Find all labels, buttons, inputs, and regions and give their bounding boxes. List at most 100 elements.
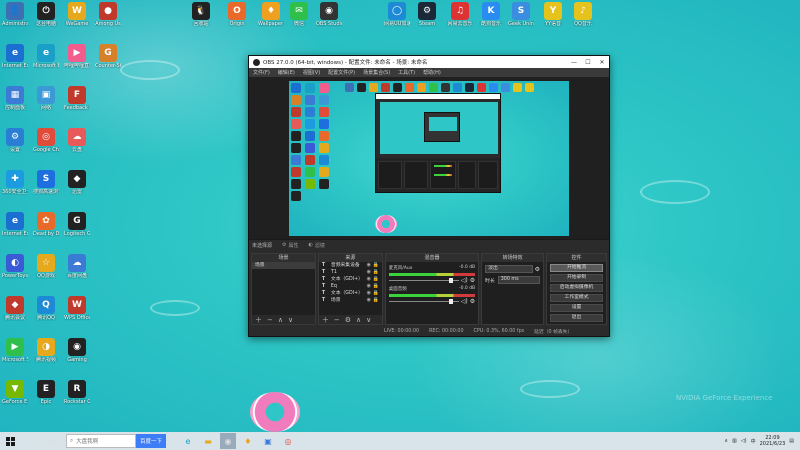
desktop-icon[interactable]: K 酷狗音乐 [478, 2, 504, 27]
menu-item[interactable]: 文件(F) [253, 69, 270, 76]
desktop-icon[interactable]: eInternet Explorer [2, 44, 28, 69]
chrome-taskbar-icon[interactable]: ◎ [280, 433, 296, 449]
obs-window[interactable]: OBS 27.0.0 (64-bit, windows) - 配置文件: 未命名… [248, 55, 610, 337]
gear-icon[interactable]: ⚙ [535, 266, 540, 273]
slider-track[interactable] [388, 277, 459, 283]
desktop-icon[interactable]: ◉ OBS Studio [316, 2, 342, 27]
scene-item[interactable]: 场景 [252, 262, 315, 269]
obs-taskbar-icon[interactable]: ◉ [220, 433, 236, 449]
filters-button[interactable]: ◐ 滤镜 [309, 242, 325, 249]
move-up-icon[interactable]: ∧ [278, 316, 283, 324]
source-item[interactable]: T T1 ◉ 🔒 [319, 269, 382, 276]
gear-icon[interactable]: ⚙ [470, 298, 475, 305]
clock[interactable]: 22:09 2021/6/23 [760, 435, 786, 447]
desktop-icon[interactable]: ✉ 微信 [286, 2, 312, 27]
input-language[interactable]: 中 [751, 438, 756, 445]
desktop-icon[interactable]: ▼GeForce Experience [2, 380, 28, 405]
desktop-icon[interactable]: 🐧 回收站 [188, 2, 214, 27]
menu-item[interactable]: 工具(T) [398, 69, 415, 76]
visibility-lock-icon[interactable]: ◉ 🔒 [367, 276, 379, 283]
desktop-icon[interactable]: ✿Dead by Daylight [33, 212, 59, 237]
desktop-icon[interactable]: ☁ 云盘 [64, 128, 90, 153]
baidu-search-button[interactable]: 百度一下 [136, 434, 166, 448]
explorer-icon[interactable]: ▬ [200, 433, 216, 449]
slider-knob[interactable] [448, 298, 453, 304]
desktop-icon[interactable]: ☁ 百度网盘 [64, 254, 90, 279]
desktop-icon[interactable]: ♫ 网易云音乐 [447, 2, 473, 27]
add-scene-icon[interactable]: ＋ [255, 315, 262, 325]
desktop-icon[interactable]: ▣ 网络 [33, 86, 59, 111]
desktop-icon[interactable]: GCounter-Strike [95, 44, 121, 69]
move-down-icon[interactable]: ∨ [366, 316, 371, 324]
desktop-icon[interactable]: ◆ 腾讯会议 [2, 296, 28, 321]
control-button[interactable]: 设置 [550, 304, 604, 312]
desktop-icon[interactable]: ☆ QQ游戏 [33, 254, 59, 279]
desktop-icon[interactable]: O Origin [224, 2, 250, 27]
menu-item[interactable]: 场景集合(S) [363, 69, 390, 76]
desktop-icon[interactable]: Q 腾讯QQ [33, 296, 59, 321]
source-item[interactable]: T 场景 ◉ 🔒 [319, 297, 382, 304]
desktop-icon[interactable]: ⏻ 这台电脑 [33, 2, 59, 27]
source-item[interactable]: T 文本（GDI+） ◉ 🔒 [319, 290, 382, 297]
minimize-icon[interactable]: — [567, 59, 581, 66]
desktop-icon[interactable]: ✚360安全卫士 [2, 170, 28, 195]
control-button[interactable]: 退出 [550, 314, 604, 322]
desktop-icon[interactable]: 👤Administrator [2, 2, 28, 27]
edge-icon[interactable]: e [180, 433, 196, 449]
search-input[interactable]: ⌕ 大盘我啊 [66, 434, 136, 448]
desktop-icon[interactable]: ▶哔哩哔哩直播姬 [64, 44, 90, 69]
properties-button[interactable]: ⚙ 属性 [282, 242, 299, 249]
desktop-icon[interactable]: ◯网易UU加速器 [384, 2, 410, 27]
desktop-icon[interactable]: S搜狗高速浏览器 [33, 170, 59, 195]
remove-scene-icon[interactable]: − [267, 316, 273, 324]
start-button[interactable] [0, 436, 20, 446]
store-taskbar-icon[interactable]: ▣ [260, 433, 276, 449]
control-button[interactable]: 启动虚拟摄像机 [550, 284, 604, 292]
source-item[interactable]: T 文本（GDI+） ◉ 🔒 [319, 276, 382, 283]
desktop-icon[interactable]: eInternet Explorer [2, 212, 28, 237]
menu-item[interactable]: 配置文件(P) [328, 69, 355, 76]
menu-item[interactable]: 视图(V) [303, 69, 320, 76]
move-down-icon[interactable]: ∨ [288, 316, 293, 324]
desktop-icon[interactable]: ♪ QQ音乐 [570, 2, 596, 27]
desktop-icon[interactable]: ⚙ 设置 [2, 128, 28, 153]
slider-knob[interactable] [448, 277, 453, 283]
desktop-icon[interactable]: ▦ 控制面板 [2, 86, 28, 111]
preview-canvas[interactable] [289, 81, 569, 236]
desktop-icon[interactable]: ◐ PowerToys [2, 254, 28, 279]
menu-item[interactable]: 帮助(H) [423, 69, 441, 76]
move-up-icon[interactable]: ∧ [356, 316, 361, 324]
duration-input[interactable]: 300 ms [497, 276, 541, 284]
desktop-icon[interactable]: E Epic [33, 380, 59, 405]
desktop-icon[interactable]: ◑ 腾讯视频 [33, 338, 59, 363]
desktop-icon[interactable]: W WPS Office [64, 296, 90, 321]
transition-select[interactable]: 淡出 [485, 265, 533, 273]
visibility-lock-icon[interactable]: ◉ 🔒 [367, 262, 379, 269]
desktop-icon[interactable]: ◉ Gaming [64, 338, 90, 363]
maximize-icon[interactable]: ☐ [581, 59, 595, 66]
desktop-icon[interactable]: SGeek Uninstaller [508, 2, 534, 27]
desktop-icon[interactable]: ● Among Us [95, 2, 121, 27]
control-button[interactable]: 开始录制 [550, 274, 604, 282]
desktop-icon[interactable]: ♦Wallpaper Engine [258, 2, 284, 27]
desktop-icon[interactable]: ◎Google Chrome [33, 128, 59, 153]
cortana-icon[interactable]: ○ [24, 433, 40, 449]
gear-icon[interactable]: ⚙ [345, 316, 351, 324]
desktop-icon[interactable]: ⚙ Steam [414, 2, 440, 27]
gear-icon[interactable]: ⚙ [470, 277, 475, 284]
source-item[interactable]: T Eq ◉ 🔒 [319, 283, 382, 290]
slider-track[interactable] [388, 298, 459, 304]
visibility-lock-icon[interactable]: ◉ 🔒 [367, 297, 379, 304]
control-button[interactable]: 工作室模式 [550, 294, 604, 302]
volume-icon[interactable]: ◁) [741, 438, 747, 444]
volume-slider[interactable]: ◁) ⚙ [388, 298, 475, 305]
desktop-icon[interactable]: GLogitech G HUB [64, 212, 90, 237]
desktop-icon[interactable]: ◆ 迅雷 [64, 170, 90, 195]
network-icon[interactable]: ▥ [732, 438, 737, 444]
desktop-icon[interactable]: W WeGame [64, 2, 90, 27]
speaker-icon[interactable]: ◁) [461, 277, 468, 284]
visibility-lock-icon[interactable]: ◉ 🔒 [367, 269, 379, 276]
add-source-icon[interactable]: ＋ [322, 315, 329, 325]
speaker-icon[interactable]: ◁) [461, 298, 468, 305]
chevron-up-icon[interactable]: ∧ [724, 438, 728, 444]
